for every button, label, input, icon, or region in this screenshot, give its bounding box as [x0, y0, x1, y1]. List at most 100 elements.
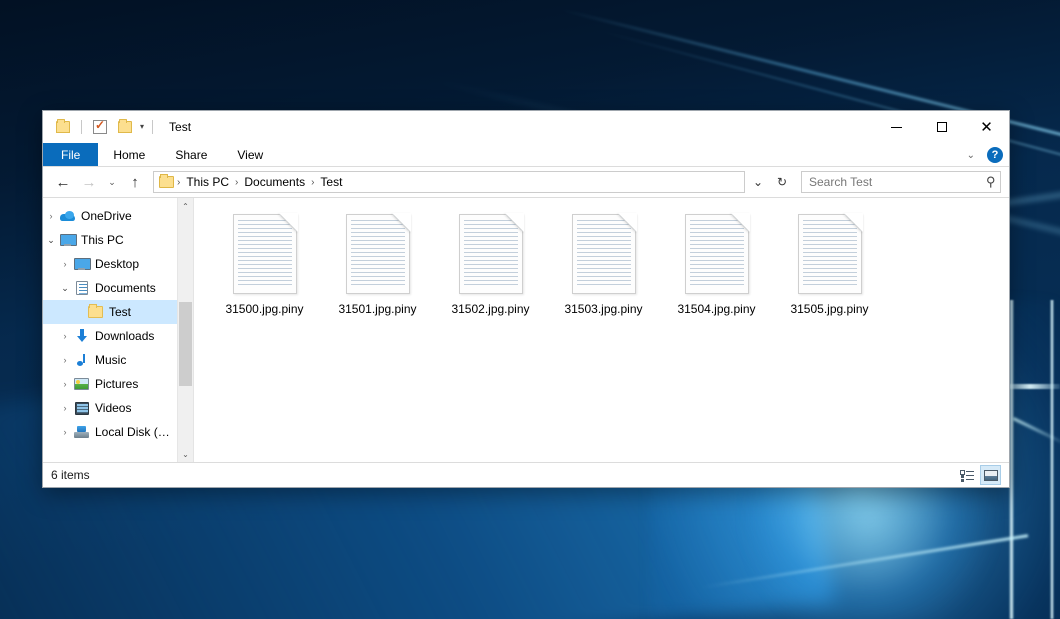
- scroll-up-button[interactable]: ⌃: [178, 198, 193, 214]
- file-item[interactable]: 31502.jpg.piny: [434, 210, 547, 338]
- chevron-down-icon[interactable]: ⌄: [43, 235, 59, 246]
- file-item[interactable]: 31500.jpg.piny: [208, 210, 321, 338]
- navigation-tree: › OneDrive ⌄ This PC › Desktop ⌄Documents Test ›…: [43, 198, 177, 462]
- tab-view[interactable]: View: [222, 143, 278, 166]
- scrollbar-thumb[interactable]: [179, 302, 192, 386]
- large-icons-view-button[interactable]: [980, 465, 1001, 485]
- separator: [152, 120, 153, 134]
- help-icon[interactable]: ?: [987, 147, 1003, 163]
- chevron-down-icon[interactable]: ⌄: [57, 283, 73, 294]
- search-box[interactable]: ⚲: [801, 171, 1001, 193]
- generic-document-icon: [346, 214, 410, 294]
- sidebar-item-onedrive[interactable]: › OneDrive: [43, 204, 177, 228]
- recent-locations-button[interactable]: ⌄: [103, 170, 121, 194]
- file-item[interactable]: 31505.jpg.piny: [773, 210, 886, 338]
- item-count-label: 6 items: [51, 468, 90, 482]
- sidebar-item-label: OneDrive: [81, 209, 132, 223]
- separator: [81, 120, 82, 134]
- tab-file[interactable]: File: [43, 143, 98, 166]
- pictures-icon: [73, 378, 90, 390]
- generic-document-icon: [572, 214, 636, 294]
- generic-document-icon: [459, 214, 523, 294]
- chevron-right-icon[interactable]: ›: [57, 331, 73, 341]
- sidebar-item-label: Test: [109, 305, 131, 319]
- sidebar-item-test[interactable]: Test: [43, 300, 177, 324]
- sidebar-item-pictures[interactable]: › Pictures: [43, 372, 177, 396]
- scrollbar-track[interactable]: [178, 214, 193, 446]
- sidebar-item-label: Pictures: [95, 377, 138, 391]
- sidebar-item-videos[interactable]: › Videos: [43, 396, 177, 420]
- search-input[interactable]: [809, 175, 986, 189]
- back-button[interactable]: ←: [51, 170, 75, 194]
- sidebar-item-documents[interactable]: ⌄Documents: [43, 276, 177, 300]
- view-toggle-group: [956, 465, 1001, 485]
- title-bar: ▾ Test ✕: [43, 111, 1009, 143]
- scroll-down-button[interactable]: ⌄: [178, 446, 193, 462]
- breadcrumb[interactable]: › This PC › Documents › Test: [153, 171, 745, 193]
- file-name-label: 31503.jpg.piny: [564, 302, 642, 316]
- new-folder-icon[interactable]: [115, 117, 135, 137]
- maximize-button[interactable]: [919, 111, 964, 143]
- file-name-label: 31500.jpg.piny: [225, 302, 303, 316]
- file-name-label: 31501.jpg.piny: [338, 302, 416, 316]
- sidebar-item-label: Downloads: [95, 329, 154, 343]
- search-icon[interactable]: ⚲: [986, 174, 996, 190]
- chevron-right-icon[interactable]: ›: [57, 379, 73, 389]
- chevron-right-icon[interactable]: ›: [57, 355, 73, 365]
- sidebar-item-music[interactable]: ›Music: [43, 348, 177, 372]
- file-name-label: 31504.jpg.piny: [677, 302, 755, 316]
- tab-share[interactable]: Share: [160, 143, 222, 166]
- sidebar-item-local-disk-c[interactable]: ›Local Disk (C:): [43, 420, 177, 444]
- generic-document-icon: [233, 214, 297, 294]
- sidebar-item-downloads[interactable]: › Downloads: [43, 324, 177, 348]
- sidebar-item-label: This PC: [81, 233, 124, 247]
- windows-logo-pane-line: [1050, 300, 1054, 619]
- details-view-icon: [960, 470, 974, 481]
- address-bar: ← → ⌄ ↑ › This PC › Documents › Test ⌄ ↻…: [43, 167, 1009, 197]
- desktop-icon: [73, 258, 90, 270]
- forward-button: →: [77, 170, 101, 194]
- desktop-background: ▾ Test ✕ File Home Share View: [0, 0, 1060, 619]
- minimize-button[interactable]: [874, 111, 919, 143]
- file-item[interactable]: 31504.jpg.piny: [660, 210, 773, 338]
- sidebar-item-label: Desktop: [95, 257, 139, 271]
- sidebar-item-desktop[interactable]: › Desktop: [43, 252, 177, 276]
- chevron-down-icon[interactable]: ▾: [140, 123, 144, 131]
- window-controls: ✕: [874, 111, 1009, 143]
- breadcrumb-item-documents[interactable]: Documents: [239, 172, 310, 192]
- window-title: Test: [169, 120, 191, 134]
- disk-icon: [73, 426, 90, 438]
- breadcrumb-item-test[interactable]: Test: [315, 172, 347, 192]
- tab-home[interactable]: Home: [98, 143, 160, 166]
- chevron-right-icon[interactable]: ›: [43, 211, 59, 221]
- folder-icon: [159, 176, 174, 188]
- address-dropdown-button[interactable]: ⌄: [747, 171, 769, 193]
- up-button[interactable]: ↑: [123, 170, 147, 194]
- file-explorer-window: ▾ Test ✕ File Home Share View: [42, 110, 1010, 488]
- close-button[interactable]: ✕: [964, 111, 1009, 143]
- properties-checkbox-icon[interactable]: [90, 117, 110, 137]
- chevron-down-icon[interactable]: ⌄: [963, 150, 979, 161]
- file-name-label: 31502.jpg.piny: [451, 302, 529, 316]
- chevron-right-icon[interactable]: ›: [57, 403, 73, 413]
- ribbon-tab-bar: File Home Share View ⌄ ?: [43, 143, 1009, 167]
- sidebar-item-label: Videos: [95, 401, 131, 415]
- video-icon: [73, 402, 90, 415]
- navigation-scrollbar[interactable]: ⌃ ⌄: [177, 198, 193, 462]
- refresh-button[interactable]: ↻: [771, 171, 793, 193]
- large-icons-view-icon: [984, 470, 998, 481]
- chevron-right-icon[interactable]: ›: [57, 259, 73, 269]
- sidebar-item-this-pc[interactable]: ⌄ This PC: [43, 228, 177, 252]
- file-item[interactable]: 31501.jpg.piny: [321, 210, 434, 338]
- folder-icon[interactable]: [53, 117, 73, 137]
- folder-icon: [87, 306, 104, 318]
- file-item[interactable]: 31503.jpg.piny: [547, 210, 660, 338]
- chevron-right-icon[interactable]: ›: [57, 427, 73, 437]
- download-icon: [73, 329, 90, 343]
- breadcrumb-item-this-pc[interactable]: This PC: [181, 172, 234, 192]
- window-body: › OneDrive ⌄ This PC › Desktop ⌄Documents Test ›…: [43, 197, 1009, 462]
- navigation-pane: › OneDrive ⌄ This PC › Desktop ⌄Documents Test ›…: [43, 198, 193, 462]
- minimize-icon: [891, 127, 902, 128]
- file-list-view[interactable]: 31500.jpg.piny 31501.jpg.piny 31502.jpg.pi…: [193, 198, 1009, 462]
- details-view-button[interactable]: [956, 465, 977, 485]
